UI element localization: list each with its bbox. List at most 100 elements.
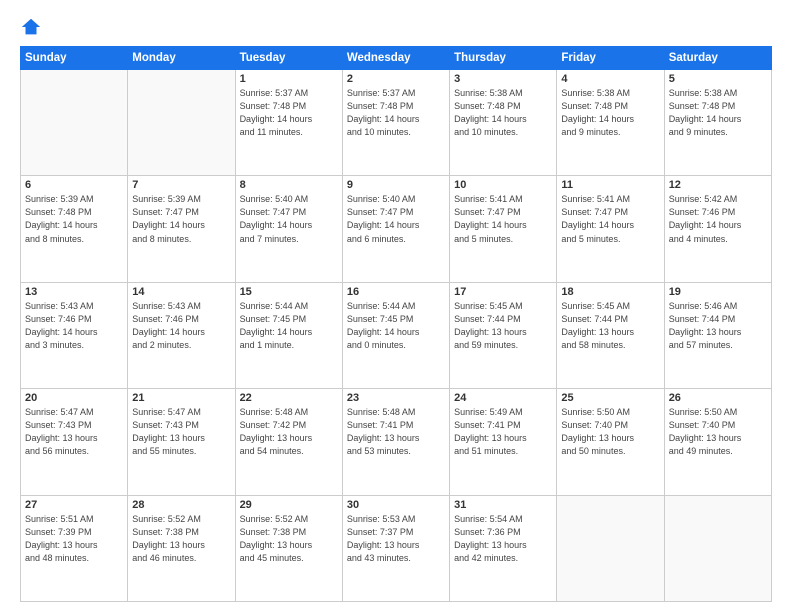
day-info: Sunrise: 5:43 AMSunset: 7:46 PMDaylight:… [25,300,123,352]
day-info: Sunrise: 5:48 AMSunset: 7:42 PMDaylight:… [240,406,338,458]
day-info: Sunrise: 5:38 AMSunset: 7:48 PMDaylight:… [454,87,552,139]
day-number: 22 [240,392,338,404]
day-info: Sunrise: 5:40 AMSunset: 7:47 PMDaylight:… [240,193,338,245]
day-number: 26 [669,392,767,404]
day-number: 23 [347,392,445,404]
day-number: 2 [347,73,445,85]
day-number: 7 [132,179,230,191]
day-number: 15 [240,286,338,298]
calendar-cell: 27 Sunrise: 5:51 AMSunset: 7:39 PMDayligh… [21,495,128,601]
calendar-cell: 4Sunrise: 5:38 AMSunset: 7:48 PMDaylight… [557,70,664,176]
day-info: Sunrise: 5:37 AMSunset: 7:48 PMDaylight:… [240,87,338,139]
weekday-header-thursday: Thursday [450,47,557,70]
calendar-cell: 12 Sunrise: 5:42 AMSunset: 7:46 PMDayligh… [664,176,771,282]
calendar-cell: 17Sunrise: 5:45 AMSunset: 7:44 PMDayligh… [450,282,557,388]
day-number: 27 [25,499,123,511]
calendar-cell: 10Sunrise: 5:41 AMSunset: 7:47 PMDayligh… [450,176,557,282]
day-info: Sunrise: 5:44 AMSunset: 7:45 PMDaylight:… [240,300,338,352]
day-number: 19 [669,286,767,298]
day-number: 6 [25,179,123,191]
calendar-cell: 31 Sunrise: 5:54 AMSunset: 7:36 PMDayligh… [450,495,557,601]
day-number: 18 [561,286,659,298]
calendar-cell: 8 Sunrise: 5:40 AMSunset: 7:47 PMDaylight… [235,176,342,282]
day-info: Sunrise: 5:41 AMSunset: 7:47 PMDaylight:… [454,193,552,245]
calendar-cell: 13 Sunrise: 5:43 AMSunset: 7:46 PMDayligh… [21,282,128,388]
day-info: Sunrise: 5:39 AMSunset: 7:47 PMDaylight:… [132,193,230,245]
day-info: Sunrise: 5:46 AMSunset: 7:44 PMDaylight:… [669,300,767,352]
day-number: 31 [454,499,552,511]
day-info: Sunrise: 5:47 AMSunset: 7:43 PMDaylight:… [132,406,230,458]
weekday-header-tuesday: Tuesday [235,47,342,70]
calendar-cell: 15 Sunrise: 5:44 AMSunset: 7:45 PMDayligh… [235,282,342,388]
day-number: 5 [669,73,767,85]
calendar-week-5: 27 Sunrise: 5:51 AMSunset: 7:39 PMDayligh… [21,495,772,601]
day-info: Sunrise: 5:52 AMSunset: 7:38 PMDaylight:… [132,513,230,565]
calendar-cell: 23Sunrise: 5:48 AMSunset: 7:41 PMDayligh… [342,389,449,495]
day-info: Sunrise: 5:39 AMSunset: 7:48 PMDaylight:… [25,193,123,245]
calendar-cell: 28 Sunrise: 5:52 AMSunset: 7:38 PMDayligh… [128,495,235,601]
day-number: 3 [454,73,552,85]
calendar-header-row: SundayMondayTuesdayWednesdayThursdayFrid… [21,47,772,70]
day-info: Sunrise: 5:53 AMSunset: 7:37 PMDaylight:… [347,513,445,565]
calendar-cell: 21 Sunrise: 5:47 AMSunset: 7:43 PMDayligh… [128,389,235,495]
calendar-cell: 5 Sunrise: 5:38 AMSunset: 7:48 PMDaylight… [664,70,771,176]
day-number: 11 [561,179,659,191]
day-info: Sunrise: 5:38 AMSunset: 7:48 PMDaylight:… [561,87,659,139]
day-number: 29 [240,499,338,511]
day-number: 28 [132,499,230,511]
day-info: Sunrise: 5:41 AMSunset: 7:47 PMDaylight:… [561,193,659,245]
day-number: 12 [669,179,767,191]
day-number: 1 [240,73,338,85]
calendar-cell [557,495,664,601]
day-number: 16 [347,286,445,298]
day-info: Sunrise: 5:40 AMSunset: 7:47 PMDaylight:… [347,193,445,245]
weekday-header-sunday: Sunday [21,47,128,70]
day-info: Sunrise: 5:51 AMSunset: 7:39 PMDaylight:… [25,513,123,565]
page: SundayMondayTuesdayWednesdayThursdayFrid… [0,0,792,612]
calendar-cell: 9 Sunrise: 5:40 AMSunset: 7:47 PMDaylight… [342,176,449,282]
calendar-cell [21,70,128,176]
day-info: Sunrise: 5:47 AMSunset: 7:43 PMDaylight:… [25,406,123,458]
day-info: Sunrise: 5:52 AMSunset: 7:38 PMDaylight:… [240,513,338,565]
day-number: 8 [240,179,338,191]
calendar-cell: 22 Sunrise: 5:48 AMSunset: 7:42 PMDayligh… [235,389,342,495]
day-info: Sunrise: 5:50 AMSunset: 7:40 PMDaylight:… [669,406,767,458]
day-info: Sunrise: 5:44 AMSunset: 7:45 PMDaylight:… [347,300,445,352]
calendar-cell: 26 Sunrise: 5:50 AMSunset: 7:40 PMDayligh… [664,389,771,495]
day-number: 30 [347,499,445,511]
calendar-cell: 18 Sunrise: 5:45 AMSunset: 7:44 PMDayligh… [557,282,664,388]
calendar-week-2: 6 Sunrise: 5:39 AMSunset: 7:48 PMDaylight… [21,176,772,282]
calendar-cell: 16 Sunrise: 5:44 AMSunset: 7:45 PMDayligh… [342,282,449,388]
day-number: 24 [454,392,552,404]
calendar-cell [128,70,235,176]
header [20,16,772,38]
day-info: Sunrise: 5:42 AMSunset: 7:46 PMDaylight:… [669,193,767,245]
day-info: Sunrise: 5:43 AMSunset: 7:46 PMDaylight:… [132,300,230,352]
calendar-cell: 14 Sunrise: 5:43 AMSunset: 7:46 PMDayligh… [128,282,235,388]
calendar-cell: 24 Sunrise: 5:49 AMSunset: 7:41 PMDayligh… [450,389,557,495]
day-info: Sunrise: 5:54 AMSunset: 7:36 PMDaylight:… [454,513,552,565]
day-info: Sunrise: 5:45 AMSunset: 7:44 PMDaylight:… [454,300,552,352]
calendar-week-3: 13 Sunrise: 5:43 AMSunset: 7:46 PMDayligh… [21,282,772,388]
day-number: 21 [132,392,230,404]
calendar-cell: 1 Sunrise: 5:37 AMSunset: 7:48 PMDaylight… [235,70,342,176]
calendar-cell: 19 Sunrise: 5:46 AMSunset: 7:44 PMDayligh… [664,282,771,388]
calendar-cell: 29 Sunrise: 5:52 AMSunset: 7:38 PMDayligh… [235,495,342,601]
day-info: Sunrise: 5:49 AMSunset: 7:41 PMDaylight:… [454,406,552,458]
day-info: Sunrise: 5:50 AMSunset: 7:40 PMDaylight:… [561,406,659,458]
weekday-header-monday: Monday [128,47,235,70]
calendar-cell: 25 Sunrise: 5:50 AMSunset: 7:40 PMDayligh… [557,389,664,495]
day-info: Sunrise: 5:37 AMSunset: 7:48 PMDaylight:… [347,87,445,139]
weekday-header-wednesday: Wednesday [342,47,449,70]
calendar-week-4: 20Sunrise: 5:47 AMSunset: 7:43 PMDayligh… [21,389,772,495]
day-info: Sunrise: 5:38 AMSunset: 7:48 PMDaylight:… [669,87,767,139]
day-number: 13 [25,286,123,298]
calendar-cell: 7 Sunrise: 5:39 AMSunset: 7:47 PMDaylight… [128,176,235,282]
calendar-week-1: 1 Sunrise: 5:37 AMSunset: 7:48 PMDaylight… [21,70,772,176]
logo [20,16,44,38]
day-number: 25 [561,392,659,404]
day-info: Sunrise: 5:45 AMSunset: 7:44 PMDaylight:… [561,300,659,352]
weekday-header-friday: Friday [557,47,664,70]
day-number: 9 [347,179,445,191]
day-number: 14 [132,286,230,298]
